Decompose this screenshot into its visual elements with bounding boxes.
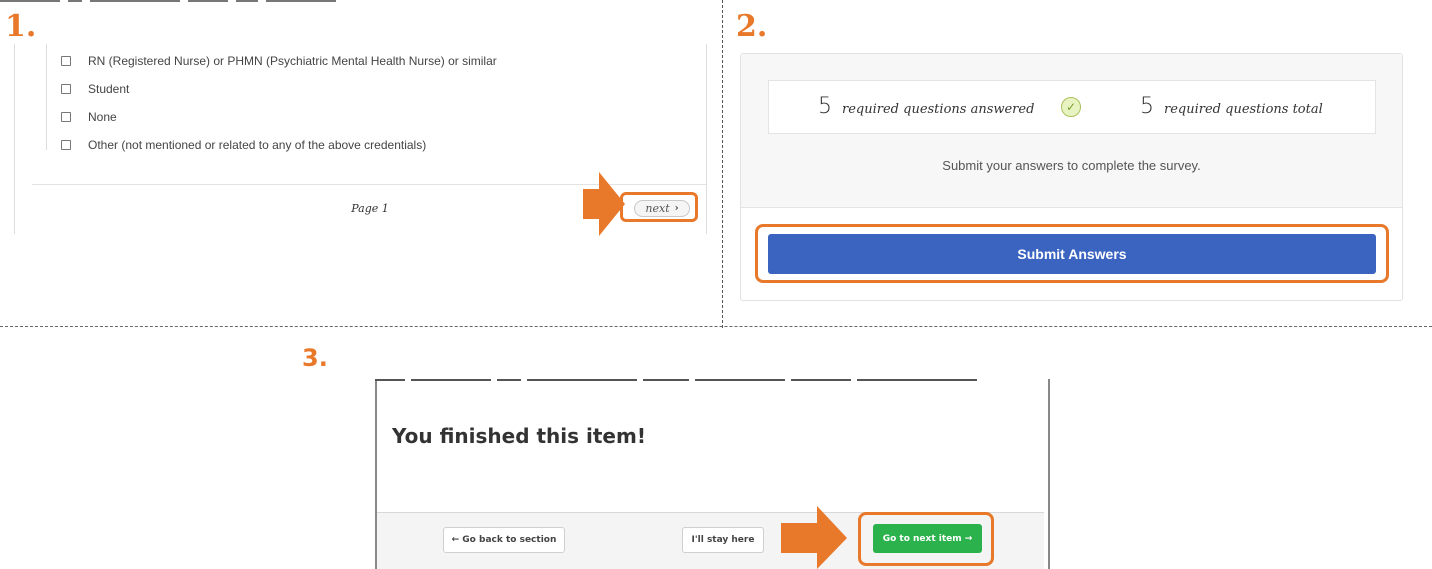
total-stat: 5 required questions total — [1140, 94, 1323, 119]
submit-instruction: Submit your answers to complete the surv… — [942, 158, 1201, 173]
highlight-box-next — [620, 192, 698, 222]
option-label: None — [88, 110, 117, 124]
step-3-label: 3. — [302, 344, 328, 372]
answered-stat: 5 required questions answered — [818, 94, 1034, 119]
option-label: RN (Registered Nurse) or PHMN (Psychiatr… — [88, 54, 497, 68]
total-count: 5 — [1140, 94, 1154, 119]
option-other[interactable]: Other (not mentioned or related to any o… — [60, 131, 497, 159]
step-2-label: 2. — [736, 9, 768, 44]
cropped-header-remnant — [0, 0, 600, 3]
checkbox[interactable] — [61, 56, 71, 66]
vertical-divider — [722, 0, 723, 328]
checkbox[interactable] — [61, 140, 71, 150]
answered-text: required questions answered — [842, 102, 1035, 117]
option-label: Student — [88, 82, 130, 96]
check-circle-icon: ✓ — [1061, 97, 1081, 117]
arrow-right-icon — [583, 172, 625, 236]
panel1-question-border — [46, 44, 47, 150]
checkbox[interactable] — [61, 112, 71, 122]
option-rn[interactable]: RN (Registered Nurse) or PHMN (Psychiatr… — [60, 47, 497, 75]
step-1-label: 1. — [5, 9, 37, 44]
page-indicator: Page 1 — [351, 202, 389, 215]
highlight-box-submit — [755, 224, 1389, 283]
horizontal-divider — [0, 326, 1432, 327]
credential-options-list: RN (Registered Nurse) or PHMN (Psychiatr… — [60, 47, 497, 159]
stay-here-button[interactable]: I'll stay here — [682, 527, 764, 553]
panel1-right-border — [706, 44, 707, 234]
total-text: required questions total — [1164, 102, 1323, 117]
go-back-to-section-button[interactable]: ← Go back to section — [443, 527, 565, 553]
cropped-dialog-top-remnant — [375, 379, 1046, 382]
option-none[interactable]: None — [60, 103, 497, 131]
completion-title: You finished this item! — [392, 424, 646, 448]
option-label: Other (not mentioned or related to any o… — [88, 138, 427, 152]
arrow-right-icon — [781, 506, 847, 569]
answered-count: 5 — [818, 94, 832, 119]
option-student[interactable]: Student — [60, 75, 497, 103]
highlight-box-next-item — [858, 512, 994, 566]
panel1-left-border — [14, 44, 15, 234]
checkbox[interactable] — [61, 84, 71, 94]
